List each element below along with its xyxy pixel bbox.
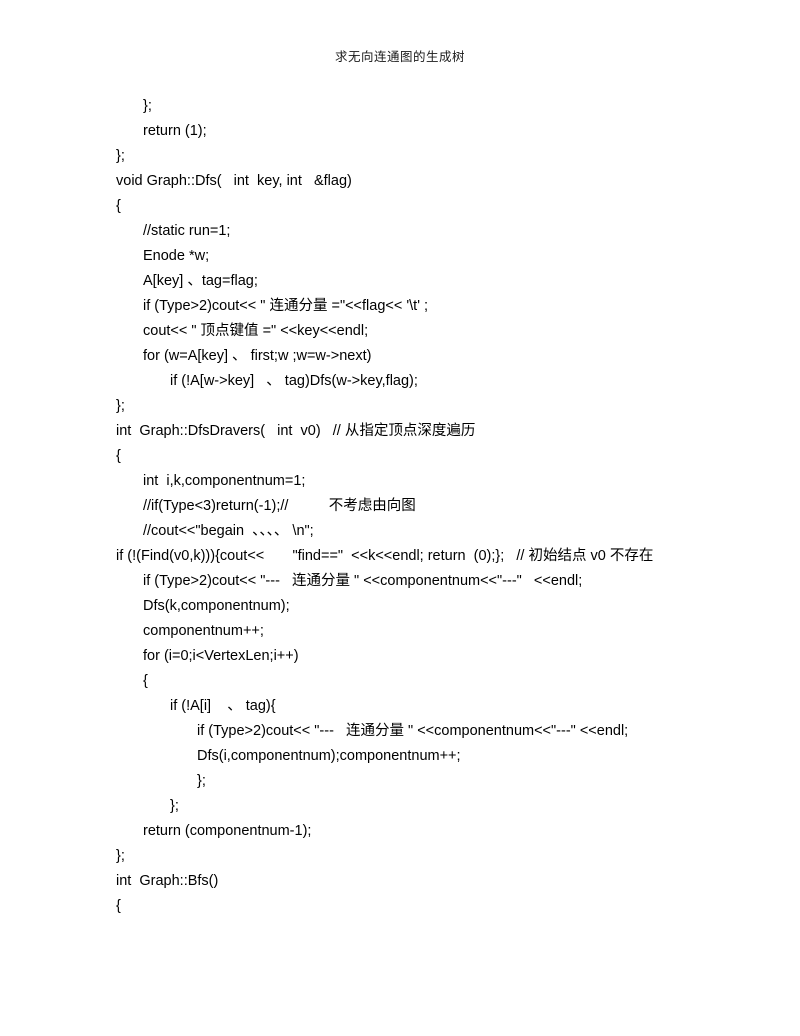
code-line: //if(Type<3)return(-1);// 不考虑由向图 <box>143 498 416 514</box>
code-line: componentnum++; <box>143 623 264 639</box>
code-line: return (1); <box>143 123 207 139</box>
code-line: if (Type>2)cout<< "--- 连通分量 " <<componen… <box>197 723 629 739</box>
code-line: { <box>116 898 121 914</box>
code-line: //static run=1; <box>143 223 231 239</box>
code-line: { <box>116 198 121 214</box>
code-line: for (w=A[key] 、 first;w ;w=w->next) <box>143 348 372 364</box>
code-line: if (Type>2)cout<< " 连通分量 ="<<flag<< '\t'… <box>143 298 429 314</box>
code-line: if (!A[i] 、 tag){ <box>170 698 276 714</box>
code-line: }; <box>116 148 125 164</box>
code-line: int Graph::DfsDravers( int v0) // 从指定顶点深… <box>116 423 476 439</box>
code-listing: }; return (1);}; void Graph::Dfs( int key,… <box>116 94 688 919</box>
code-line: //cout<<"begain 、、、、 \n"; <box>143 523 314 539</box>
code-line: cout<< " 顶点键值 =" <<key<<endl; <box>143 323 369 339</box>
document-page: 求无向连通图的生成树 }; return (1);}; void Graph::Df… <box>0 0 800 1036</box>
code-line: if (Type>2)cout<< "--- 连通分量 " <<componen… <box>143 573 583 589</box>
code-line: }; <box>116 398 125 414</box>
code-line: }; <box>143 98 152 114</box>
code-line: if (!(Find(v0,k))){cout<< "find==" <<k<<… <box>116 548 654 564</box>
code-line: { <box>116 448 121 464</box>
code-line: }; <box>197 773 206 789</box>
code-line: int i,k,componentnum=1; <box>143 473 306 489</box>
code-line: }; <box>170 798 179 814</box>
code-line: void Graph::Dfs( int key, int &flag) <box>116 173 352 189</box>
code-line: Enode *w; <box>143 248 210 264</box>
code-line: Dfs(i,componentnum);componentnum++; <box>197 748 461 764</box>
code-line: }; <box>116 848 125 864</box>
code-line: if (!A[w->key] 、 tag)Dfs(w->key,flag); <box>170 373 418 389</box>
code-line: A[key] 、tag=flag; <box>143 273 258 289</box>
page-header-title: 求无向连通图的生成树 <box>334 50 465 64</box>
code-line: for (i=0;i<VertexLen;i++) <box>143 648 299 664</box>
code-line: Dfs(k,componentnum); <box>143 598 290 614</box>
code-line: return (componentnum-1); <box>143 823 312 839</box>
code-line: int Graph::Bfs() <box>116 873 219 889</box>
code-line: { <box>143 673 148 689</box>
